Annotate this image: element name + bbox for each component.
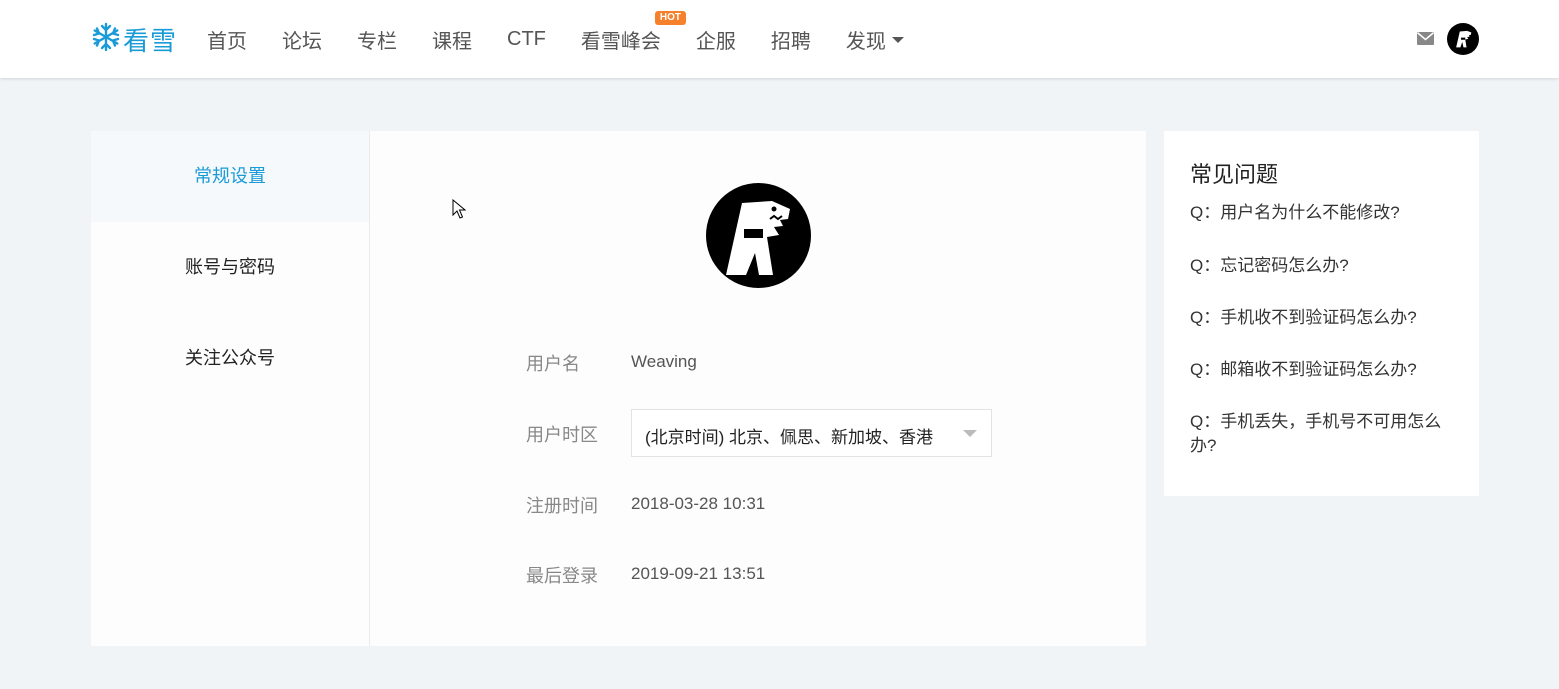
faq-item[interactable]: Q：邮箱收不到验证码怎么办? xyxy=(1190,358,1460,382)
chevron-down-icon xyxy=(963,430,977,437)
registered-label: 注册时间 xyxy=(526,496,598,516)
timezone-label: 用户时区 xyxy=(526,425,598,445)
username-label: 用户名 xyxy=(526,354,580,374)
snowflake-icon xyxy=(91,22,121,57)
nav-item-column[interactable]: 专栏 xyxy=(357,25,397,54)
faq-item[interactable]: Q：忘记密码怎么办? xyxy=(1190,254,1460,278)
mouse-pointer-icon xyxy=(452,198,467,224)
last-login-value: 2019-09-21 13:51 xyxy=(631,564,766,583)
nav-item-discover-label: 发现 xyxy=(845,30,886,53)
registered-value: 2018-03-28 10:31 xyxy=(631,494,766,513)
settings-content: 用户名 Weaving 用户时区 (北京时间) 北京、佩思、新加坡、香港 注册时… xyxy=(371,131,1146,646)
mail-icon[interactable] xyxy=(1417,32,1434,45)
nav-item-summit-label: 看雪峰会 xyxy=(580,30,661,53)
settings-panel: 常规设置 账号与密码 关注公众号 用户名 Weaving 用户时区 (北京时间)… xyxy=(91,131,1146,646)
faq-item[interactable]: Q：用户名为什么不能修改? xyxy=(1190,201,1460,225)
sidebar-item-account-password[interactable]: 账号与密码 xyxy=(91,222,369,313)
last-login-label: 最后登录 xyxy=(526,566,598,586)
site-logo[interactable]: 看雪 xyxy=(91,22,177,56)
nav-item-jobs[interactable]: 招聘 xyxy=(771,25,811,54)
faq-panel: 常见问题 Q：用户名为什么不能修改? Q：忘记密码怎么办? Q：手机收不到验证码… xyxy=(1164,131,1479,496)
timezone-selected-value: (北京时间) 北京、佩思、新加坡、香港 xyxy=(645,428,934,447)
nav-item-ctf[interactable]: CTF xyxy=(507,28,546,51)
settings-sidebar: 常规设置 账号与密码 关注公众号 xyxy=(91,131,370,646)
nav-item-discover[interactable]: 发现 xyxy=(846,25,904,54)
faq-item[interactable]: Q：手机收不到验证码怎么办? xyxy=(1190,306,1460,330)
timezone-select[interactable]: (北京时间) 北京、佩思、新加坡、香港 xyxy=(631,409,992,457)
chevron-down-icon xyxy=(891,37,904,44)
faq-item[interactable]: Q：手机丢失，手机号不可用怎么办? xyxy=(1190,410,1460,458)
sidebar-item-follow-official-account[interactable]: 关注公众号 xyxy=(91,313,369,404)
nav-item-enterprise[interactable]: 企服 xyxy=(696,25,736,54)
username-value: Weaving xyxy=(631,352,697,371)
nav-item-home[interactable]: 首页 xyxy=(207,25,247,54)
sidebar-item-general-settings[interactable]: 常规设置 xyxy=(91,131,369,222)
faq-title: 常见问题 xyxy=(1190,162,1279,187)
main-nav: 首页 论坛 专栏 课程 CTF 看雪峰会 HOT 企服 招聘 发现 xyxy=(207,0,939,78)
profile-avatar[interactable] xyxy=(706,183,811,288)
top-navigation-bar: 看雪 首页 论坛 专栏 课程 CTF 看雪峰会 HOT 企服 招聘 发现 xyxy=(0,0,1559,78)
nav-item-courses[interactable]: 课程 xyxy=(432,25,472,54)
nav-item-summit[interactable]: 看雪峰会 HOT xyxy=(580,10,686,54)
site-logo-text: 看雪 xyxy=(123,25,178,56)
nav-item-forum[interactable]: 论坛 xyxy=(282,25,322,54)
hot-badge: HOT xyxy=(654,10,686,25)
user-avatar[interactable] xyxy=(1447,23,1479,55)
